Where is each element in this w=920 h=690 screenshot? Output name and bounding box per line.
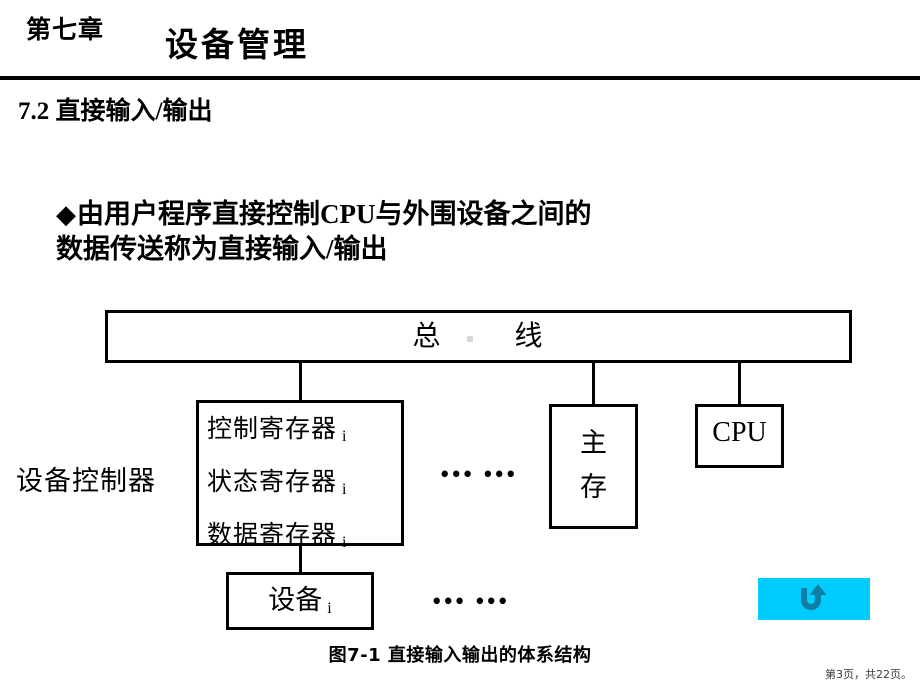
cpu-box: CPU bbox=[695, 404, 784, 468]
register-subscript-data: i bbox=[342, 534, 348, 551]
device-ellipsis: ••• ••• bbox=[432, 586, 510, 616]
device-subscript: i bbox=[327, 600, 332, 617]
wire-bus-to-cpu bbox=[738, 363, 741, 405]
controller-ellipsis: ••• ••• bbox=[440, 459, 518, 489]
register-subscript-status: i bbox=[342, 481, 348, 498]
register-row-data: 数据寄存器 i bbox=[207, 513, 399, 566]
page-footer: 第3页，共22页。 bbox=[825, 668, 912, 681]
device-controller-box: 控制寄存器 i 状态寄存器 i 数据寄存器 i bbox=[196, 400, 404, 551]
device-controller-label: 设备控制器 bbox=[16, 466, 156, 496]
bus-box: 总 线 bbox=[105, 310, 852, 363]
device-box: 设备 i bbox=[226, 572, 374, 630]
main-memory-label-line-2: 存 bbox=[580, 472, 607, 502]
u-turn-arrow-icon bbox=[797, 584, 831, 614]
slide-canvas: 第七章 设备管理 7.2 直接输入/输出 ◆由用户程序直接控制CPU与外围设备之… bbox=[0, 0, 920, 690]
register-list: 控制寄存器 i 状态寄存器 i 数据寄存器 i bbox=[207, 407, 399, 566]
main-memory-box: 主 存 bbox=[549, 404, 638, 529]
device-label-text: 设备 bbox=[268, 585, 323, 615]
register-row-status: 状态寄存器 i bbox=[207, 460, 399, 513]
wire-bus-to-controller bbox=[299, 363, 302, 401]
return-button[interactable] bbox=[758, 578, 870, 620]
wire-bus-to-memory bbox=[592, 363, 595, 405]
bus-decorative-dot bbox=[467, 336, 473, 342]
register-name-control: 控制寄存器 bbox=[207, 416, 338, 443]
register-name-data: 数据寄存器 bbox=[207, 522, 338, 549]
register-name-status: 状态寄存器 bbox=[207, 469, 338, 496]
device-label: 设备 i bbox=[229, 584, 371, 618]
register-subscript-control: i bbox=[342, 428, 348, 445]
register-row-control: 控制寄存器 i bbox=[207, 407, 399, 460]
main-memory-label: 主 存 bbox=[552, 421, 635, 509]
figure-caption: 图7-1 直接输入输出的体系结构 bbox=[328, 645, 592, 666]
main-memory-label-line-1: 主 bbox=[580, 428, 607, 458]
cpu-label: CPU bbox=[712, 417, 767, 448]
bus-label: 总 线 bbox=[412, 321, 545, 352]
